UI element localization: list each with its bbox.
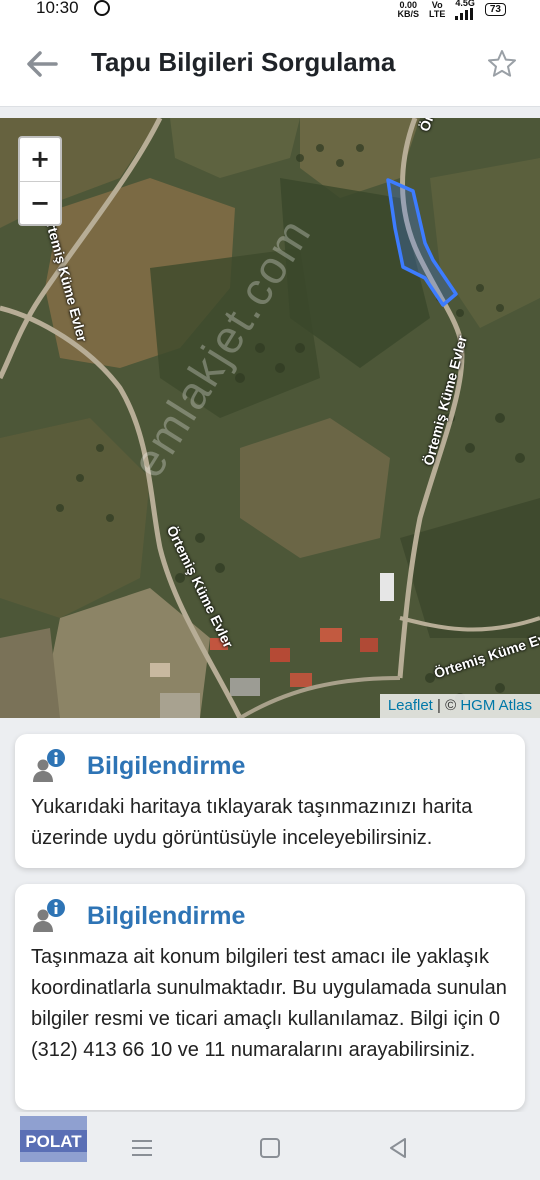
attribution-separator: | © <box>432 697 461 714</box>
volte-indicator: Vo LTE <box>429 0 446 19</box>
battery-level: 73 <box>489 4 501 15</box>
status-bar: 10:30 0.00 KB/S Vo LTE 4.5G 73 <box>0 0 540 22</box>
polat-logo-text: POLAT <box>25 1132 82 1151</box>
card-body: Yukarıdaki haritaya tıklayarak taşınmazı… <box>31 796 473 849</box>
whatsapp-icon <box>94 0 110 16</box>
zoom-out-button[interactable]: − <box>20 182 60 225</box>
network-speed-unit: KB/S <box>397 8 420 19</box>
signal-indicator: 4.5G <box>455 0 475 20</box>
home-icon[interactable] <box>256 1134 284 1162</box>
card-title: Bilgilendirme <box>87 751 246 780</box>
leaflet-link[interactable]: Leaflet <box>388 697 433 714</box>
card-header: Bilgilendirme <box>31 898 509 934</box>
signal-bars-icon <box>455 8 475 20</box>
zoom-control: + − <box>18 136 62 226</box>
satellite-imagery <box>0 118 540 718</box>
satellite-map[interactable]: emlakjet.com Örtemiş Küme Evler Örtemiş … <box>0 118 540 718</box>
status-time: 10:30 <box>36 0 79 17</box>
info-card-disclaimer: Bilgilendirme Taşınmaza ait konum bilgil… <box>15 884 525 1110</box>
system-nav-bar: POLAT <box>0 1112 540 1180</box>
battery-icon: 73 <box>484 3 506 16</box>
page-title: Tapu Bilgileri Sorgulama <box>91 47 396 77</box>
star-icon[interactable] <box>486 48 518 80</box>
user-info-icon <box>33 749 65 782</box>
card-header: Bilgilendirme <box>31 748 509 784</box>
map-attribution: Leaflet | © HGM Atlas <box>379 694 540 718</box>
card-title: Bilgilendirme <box>87 901 246 930</box>
back-arrow-icon[interactable] <box>24 46 60 82</box>
zoom-in-button[interactable]: + <box>20 138 60 182</box>
card-body: Taşınmaza ait konum bilgileri test amacı… <box>31 946 507 1061</box>
lte-label: LTE <box>429 8 446 19</box>
hgm-atlas-link[interactable]: HGM Atlas <box>460 697 532 714</box>
user-info-icon <box>33 899 65 932</box>
status-indicators: 0.00 KB/S Vo LTE 4.5G 73 <box>397 0 506 20</box>
menu-icon[interactable] <box>128 1134 156 1162</box>
network-type: 4.5G <box>455 0 475 8</box>
back-triangle-icon[interactable] <box>384 1134 412 1162</box>
info-card-map: Bilgilendirme Yukarıdaki haritaya tıklay… <box>15 734 525 868</box>
network-speed: 0.00 KB/S <box>397 0 420 19</box>
polat-logo: POLAT <box>20 1116 87 1162</box>
app-header: Tapu Bilgileri Sorgulama <box>0 22 540 107</box>
